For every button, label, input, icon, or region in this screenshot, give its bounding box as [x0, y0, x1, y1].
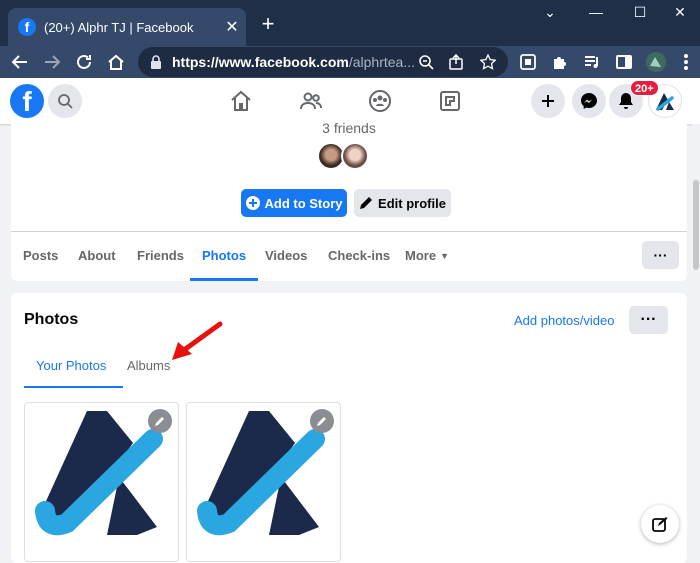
facebook-favicon-icon: f — [18, 18, 36, 36]
extension-icon[interactable] — [516, 50, 540, 74]
new-message-button[interactable] — [641, 505, 679, 543]
active-subtab-indicator — [24, 386, 123, 388]
url-text: https://www.facebook.com/alphrtea... — [172, 54, 415, 70]
bookmark-star-icon[interactable] — [478, 52, 498, 72]
address-bar[interactable]: https://www.facebook.com/alphrtea... — [138, 47, 508, 77]
reload-button[interactable] — [72, 50, 96, 74]
share-icon[interactable] — [446, 52, 466, 72]
tab-more[interactable]: More ▼ — [405, 248, 449, 288]
tab-close-icon[interactable]: ✕ — [218, 17, 246, 37]
bell-icon — [619, 93, 633, 109]
groups-nav-icon[interactable] — [367, 88, 393, 114]
messenger-button[interactable] — [572, 84, 606, 118]
search-button[interactable] — [48, 84, 82, 118]
tab-check-ins[interactable]: Check-ins — [328, 248, 390, 288]
annotation-arrow-icon — [172, 321, 223, 360]
divider — [11, 231, 687, 232]
facebook-header: f — [0, 78, 700, 124]
tab-friends[interactable]: Friends — [137, 248, 184, 288]
tab-search-icon[interactable]: ⌄ — [530, 4, 570, 24]
search-icon — [58, 94, 73, 109]
photos-section-card: Photos Add photos/video ··· Your Photos … — [11, 293, 687, 563]
add-photos-video-link[interactable]: Add photos/video — [514, 313, 614, 328]
plus-icon — [542, 95, 554, 107]
add-to-story-button[interactable]: Add to Story — [241, 189, 347, 217]
browser-tab-bar: f (20+) Alphr TJ | Facebook ✕ + ⌄ — ☐ ✕ — [0, 0, 700, 46]
new-tab-button[interactable]: + — [256, 12, 280, 36]
back-arrow-icon — [11, 55, 27, 69]
profile-more-options-button[interactable]: ··· — [642, 241, 679, 269]
friends-count[interactable]: 3 friends — [11, 120, 687, 136]
photo-thumbnail[interactable] — [24, 402, 179, 562]
subtab-your-photos[interactable]: Your Photos — [36, 358, 106, 373]
home-icon — [108, 54, 124, 70]
friends-nav-icon[interactable] — [298, 88, 324, 114]
scrollbar-thumb[interactable] — [693, 180, 699, 270]
edit-photo-pencil-icon[interactable] — [310, 409, 334, 433]
tab-posts[interactable]: Posts — [23, 248, 58, 288]
side-panel-icon[interactable] — [612, 50, 636, 74]
tab-title: (20+) Alphr TJ | Facebook — [44, 19, 194, 35]
facebook-logo-icon[interactable]: f — [10, 84, 44, 118]
back-button[interactable] — [8, 50, 32, 74]
friend-avatar[interactable] — [341, 142, 369, 170]
compose-icon — [652, 517, 668, 532]
tab-videos[interactable]: Videos — [265, 248, 307, 288]
messenger-icon — [581, 93, 597, 109]
puzzle-extensions-icon[interactable] — [548, 50, 572, 74]
maximize-button[interactable]: ☐ — [620, 4, 660, 24]
forward-arrow-icon — [45, 55, 61, 69]
photos-title: Photos — [24, 311, 79, 328]
photos-more-options-button[interactable]: ··· — [629, 306, 668, 334]
forward-button[interactable] — [40, 50, 64, 74]
photo-thumbnail[interactable] — [186, 402, 341, 562]
pencil-icon — [360, 197, 373, 209]
profile-header-card: 3 friends Add to Story Edit profile Post… — [11, 120, 687, 281]
browser-tab[interactable]: f (20+) Alphr TJ | Facebook ✕ — [8, 8, 246, 46]
create-button[interactable] — [531, 84, 565, 118]
subtab-albums[interactable]: Albums — [127, 358, 170, 373]
home-nav-icon[interactable] — [228, 88, 254, 114]
browser-menu-icon[interactable] — [674, 50, 698, 74]
tab-photos[interactable]: Photos — [189, 248, 259, 281]
caret-down-icon: ▼ — [440, 251, 449, 261]
gaming-nav-icon[interactable] — [437, 88, 463, 114]
tab-about[interactable]: About — [78, 248, 116, 288]
lock-icon — [150, 55, 162, 69]
plus-circle-icon — [245, 196, 260, 210]
edit-profile-button[interactable]: Edit profile — [354, 189, 451, 217]
profile-avatar-icon[interactable] — [644, 50, 668, 74]
window-close-button[interactable]: ✕ — [660, 4, 700, 24]
media-control-icon[interactable] — [580, 50, 604, 74]
zoom-icon[interactable] — [416, 52, 436, 72]
edit-photo-pencil-icon[interactable] — [148, 409, 172, 433]
home-button[interactable] — [104, 50, 128, 74]
minimize-button[interactable]: — — [576, 4, 616, 24]
notification-badge: 20+ — [630, 80, 659, 96]
reload-icon — [77, 54, 91, 69]
browser-toolbar: https://www.facebook.com/alphrtea... — [0, 46, 700, 78]
